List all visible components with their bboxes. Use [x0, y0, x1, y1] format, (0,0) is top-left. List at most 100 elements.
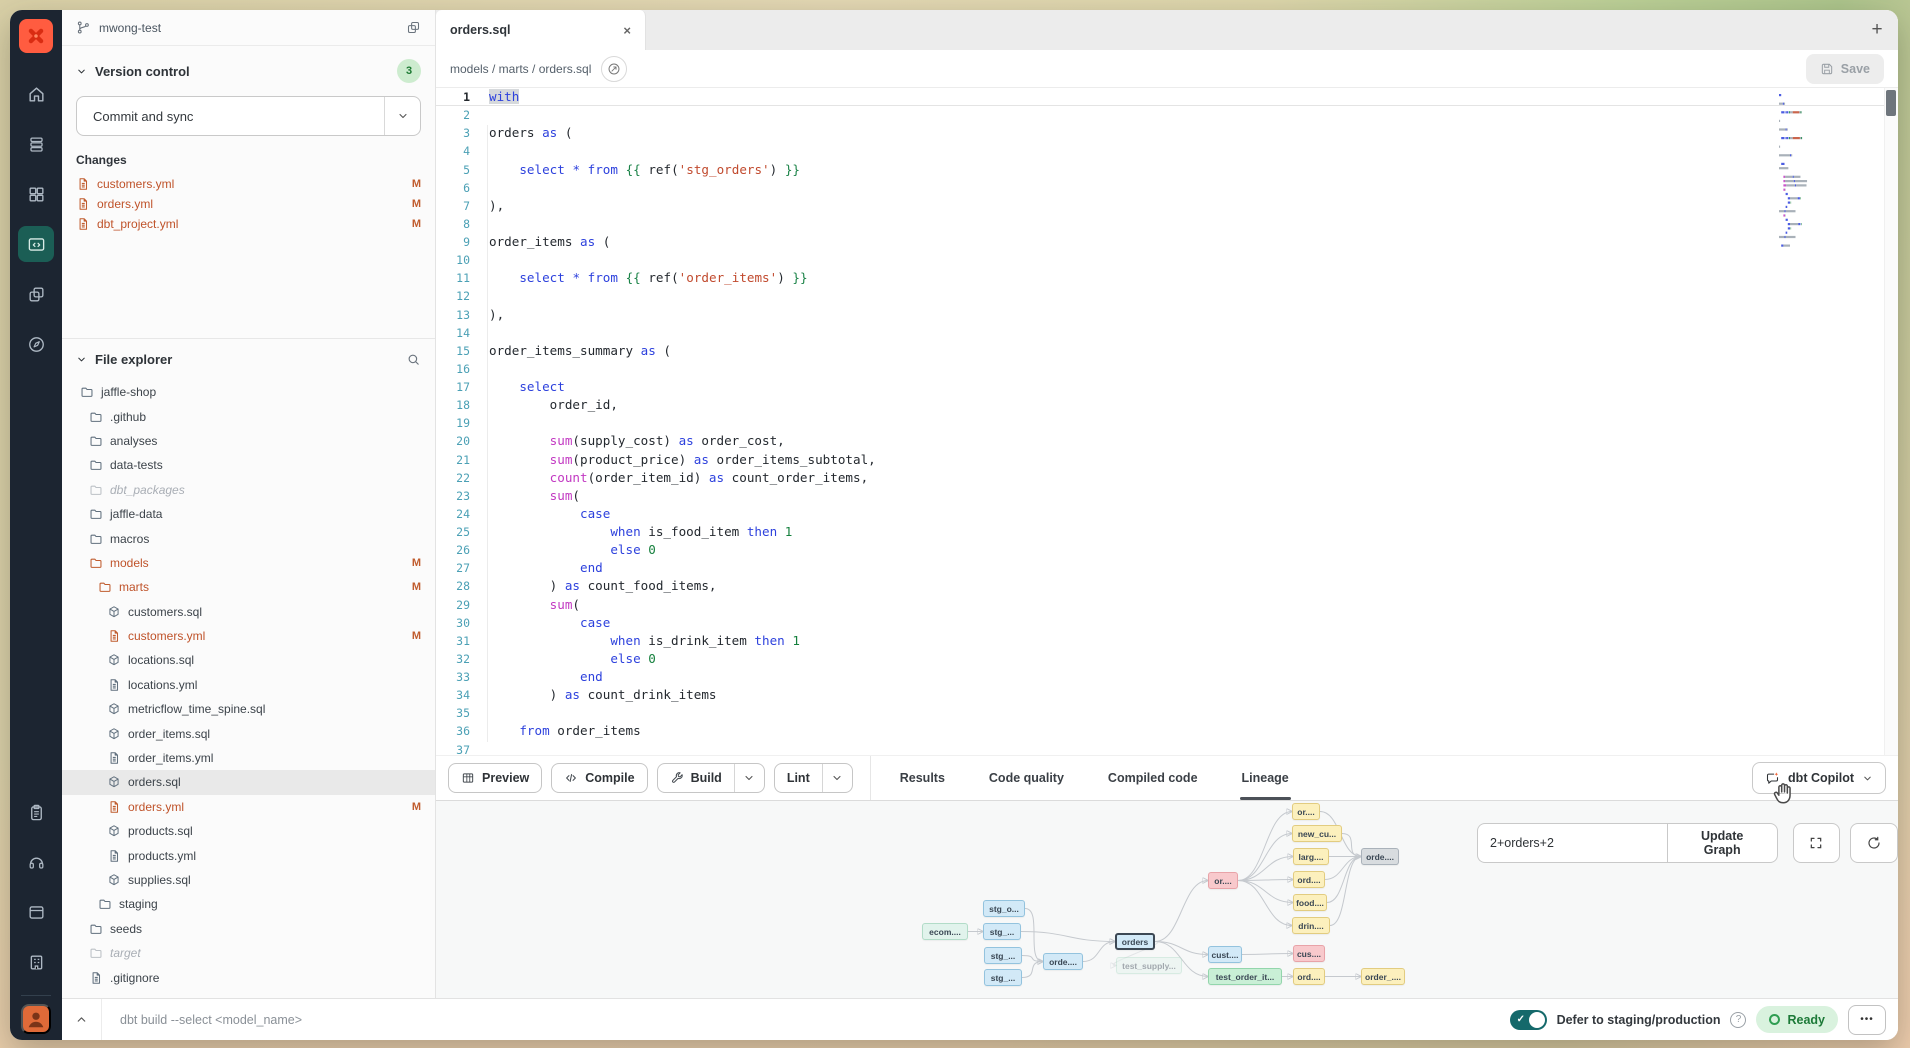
- tree-item--github[interactable]: .github: [62, 404, 435, 428]
- tab-results[interactable]: Results: [900, 756, 945, 800]
- code-line-21[interactable]: 21 sum(product_price) as order_items_sub…: [436, 451, 1898, 469]
- save-button[interactable]: Save: [1806, 54, 1884, 84]
- code-line-8[interactable]: 8: [436, 215, 1898, 233]
- lineage-selector-input[interactable]: [1477, 823, 1667, 863]
- code-line-22[interactable]: 22 count(order_item_id) as count_order_i…: [436, 469, 1898, 487]
- code-line-36[interactable]: 36 from order_items: [436, 722, 1898, 740]
- tab-compiled-code[interactable]: Compiled code: [1108, 756, 1198, 800]
- code-line-33[interactable]: 33 end: [436, 668, 1898, 686]
- lineage-node-ord1[interactable]: ord....: [1293, 871, 1325, 888]
- code-line-31[interactable]: 31 when is_drink_item then 1: [436, 632, 1898, 650]
- code-line-37[interactable]: 37: [436, 741, 1898, 756]
- code-line-23[interactable]: 23 sum(: [436, 487, 1898, 505]
- code-line-4[interactable]: 4: [436, 142, 1898, 160]
- tree-item-supplies-sql[interactable]: supplies.sql: [62, 868, 435, 892]
- code-line-24[interactable]: 24 case: [436, 505, 1898, 523]
- develop-ide-icon[interactable]: [18, 226, 54, 262]
- lineage-node-orders[interactable]: orders: [1115, 933, 1155, 950]
- code-line-18[interactable]: 18 order_id,: [436, 396, 1898, 414]
- lineage-node-cust[interactable]: cust....: [1208, 946, 1242, 963]
- lineage-node-order3[interactable]: order_....: [1361, 968, 1405, 985]
- code-line-6[interactable]: 6: [436, 179, 1898, 197]
- code-line-27[interactable]: 27 end: [436, 559, 1898, 577]
- tree-item-orders-yml[interactable]: orders.ymlM: [62, 795, 435, 819]
- tree-item-customers-yml[interactable]: customers.ymlM: [62, 624, 435, 648]
- lineage-node-or_y[interactable]: or....: [1292, 803, 1320, 820]
- commit-and-sync-button[interactable]: Commit and sync: [76, 96, 421, 136]
- support-headset-icon[interactable]: [18, 844, 54, 880]
- preview-button[interactable]: Preview: [448, 763, 542, 793]
- expand-command-bar-button[interactable]: [62, 999, 102, 1040]
- tab-orders-sql[interactable]: orders.sql ×: [436, 10, 646, 50]
- new-tab-button[interactable]: +: [1856, 10, 1898, 50]
- lineage-node-stg3[interactable]: stg_...: [984, 947, 1022, 964]
- tree-item-models[interactable]: modelsM: [62, 551, 435, 575]
- lineage-node-ecom[interactable]: ecom....: [922, 923, 968, 940]
- code-line-29[interactable]: 29 sum(: [436, 596, 1898, 614]
- code-line-9[interactable]: 9order_items as (: [436, 233, 1898, 251]
- code-line-16[interactable]: 16: [436, 360, 1898, 378]
- lineage-node-stg1[interactable]: stg_o...: [983, 900, 1025, 917]
- code-line-1[interactable]: 1with: [436, 88, 1898, 106]
- update-graph-button[interactable]: Update Graph: [1667, 823, 1778, 863]
- tab-lineage[interactable]: Lineage: [1242, 756, 1289, 800]
- tree-item-locations-yml[interactable]: locations.yml: [62, 673, 435, 697]
- tree-item-target[interactable]: target: [62, 941, 435, 965]
- lineage-node-larg[interactable]: larg....: [1293, 848, 1329, 865]
- defer-toggle[interactable]: ✓: [1510, 1010, 1547, 1030]
- code-line-28[interactable]: 28 ) as count_food_items,: [436, 577, 1898, 595]
- tree-item-order-items-yml[interactable]: order_items.yml: [62, 746, 435, 770]
- code-line-10[interactable]: 10: [436, 251, 1898, 269]
- ready-status-badge[interactable]: Ready: [1756, 1006, 1838, 1033]
- lineage-node-stg4[interactable]: stg_...: [984, 969, 1022, 986]
- code-line-12[interactable]: 12: [436, 287, 1898, 305]
- code-line-14[interactable]: 14: [436, 324, 1898, 342]
- code-line-15[interactable]: 15order_items_summary as (: [436, 342, 1898, 360]
- more-options-button[interactable]: •••: [1848, 1005, 1886, 1035]
- lineage-node-test_sup[interactable]: test_supply...: [1116, 957, 1182, 974]
- lineage-panel[interactable]: ecom....stg_o...stg_...stg_...stg_...ord…: [436, 800, 1898, 998]
- lineage-node-stg2[interactable]: stg_...: [983, 923, 1021, 940]
- lint-button[interactable]: Lint: [775, 764, 822, 792]
- close-icon[interactable]: ×: [623, 23, 631, 38]
- code-line-17[interactable]: 17 select: [436, 378, 1898, 396]
- explore-compass-icon[interactable]: [18, 326, 54, 362]
- clipboard-icon[interactable]: [18, 794, 54, 830]
- tree-item-products-sql[interactable]: products.sql: [62, 819, 435, 843]
- lineage-node-orde_b[interactable]: orde....: [1043, 953, 1083, 970]
- lineage-node-or_p[interactable]: or....: [1208, 872, 1238, 889]
- tree-item-customers-sql[interactable]: customers.sql: [62, 600, 435, 624]
- tree-item-data-tests[interactable]: data-tests: [62, 453, 435, 477]
- code-line-2[interactable]: 2: [436, 106, 1898, 124]
- grid-apps-icon[interactable]: [18, 176, 54, 212]
- build-dropdown-toggle[interactable]: [734, 764, 764, 792]
- code-line-30[interactable]: 30 case: [436, 614, 1898, 632]
- lineage-node-ord2[interactable]: ord....: [1293, 968, 1325, 985]
- lineage-node-food[interactable]: food....: [1293, 894, 1327, 911]
- lineage-node-cus_p[interactable]: cus....: [1293, 945, 1325, 962]
- code-line-11[interactable]: 11 select * from {{ ref('order_items') }…: [436, 269, 1898, 287]
- editor-scrollbar[interactable]: [1884, 88, 1898, 755]
- code-line-26[interactable]: 26 else 0: [436, 541, 1898, 559]
- changed-file[interactable]: orders.ymlM: [62, 194, 435, 214]
- code-line-13[interactable]: 13),: [436, 306, 1898, 324]
- lint-dropdown-toggle[interactable]: [822, 764, 852, 792]
- tree-item-orders-sql[interactable]: orders.sql: [62, 770, 435, 794]
- tree-item-marts[interactable]: martsM: [62, 575, 435, 599]
- tree-item-dbt-packages[interactable]: dbt_packages: [62, 478, 435, 502]
- file-explorer-header[interactable]: File explorer: [62, 339, 435, 376]
- tree-item-seeds[interactable]: seeds: [62, 917, 435, 941]
- tab-code-quality[interactable]: Code quality: [989, 756, 1064, 800]
- lineage-node-new_cu[interactable]: new_cu...: [1292, 825, 1342, 842]
- code-line-34[interactable]: 34 ) as count_drink_items: [436, 686, 1898, 704]
- code-line-35[interactable]: 35: [436, 704, 1898, 722]
- compile-button[interactable]: Compile: [551, 763, 647, 793]
- tree-item-metricflow-time-spine-sql[interactable]: metricflow_time_spine.sql: [62, 697, 435, 721]
- deploy-stack-icon[interactable]: [18, 126, 54, 162]
- tree-item-macros[interactable]: macros: [62, 526, 435, 550]
- code-line-7[interactable]: 7),: [436, 197, 1898, 215]
- search-icon[interactable]: [406, 352, 421, 367]
- code-line-5[interactable]: 5 select * from {{ ref('stg_orders') }}: [436, 161, 1898, 179]
- commit-dropdown-toggle[interactable]: [384, 97, 420, 135]
- code-line-19[interactable]: 19: [436, 414, 1898, 432]
